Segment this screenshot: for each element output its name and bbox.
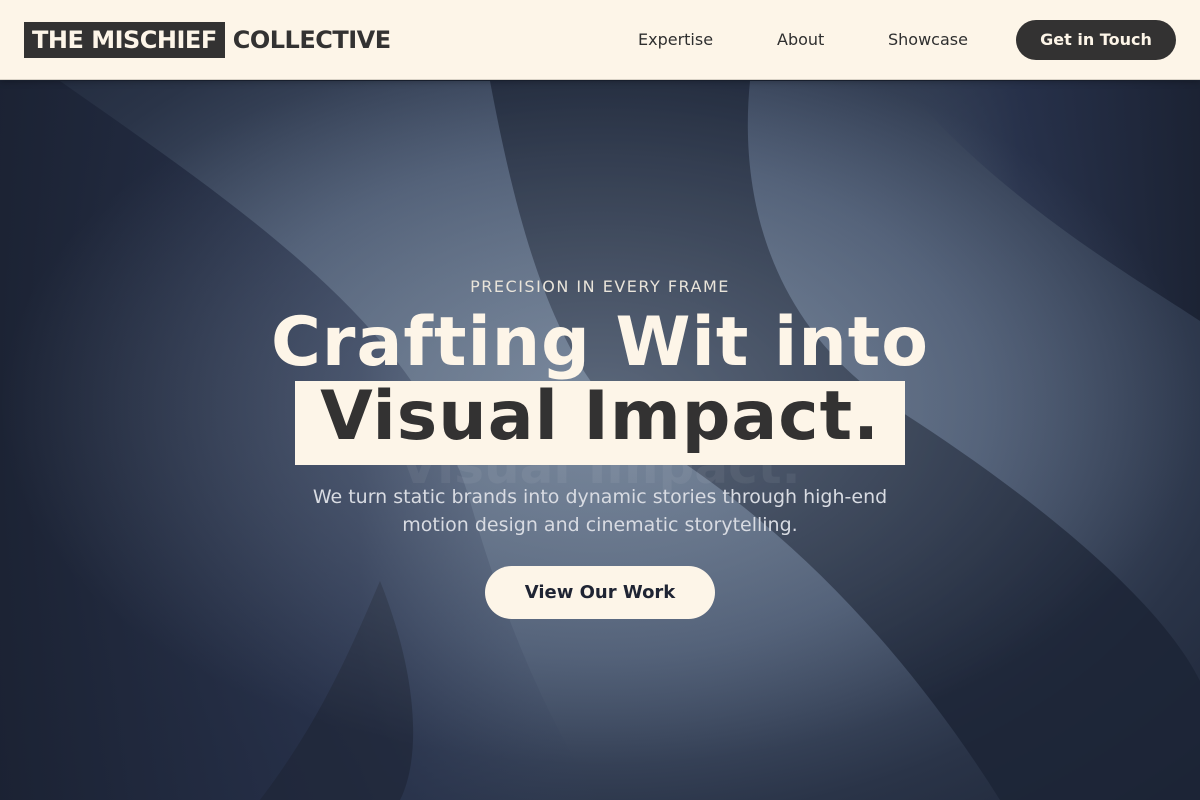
nav-link-showcase[interactable]: Showcase xyxy=(888,0,968,80)
view-our-work-button[interactable]: View Our Work xyxy=(485,566,715,619)
nav-link-about[interactable]: About xyxy=(777,0,824,80)
logo[interactable]: THE MISCHIEF COLLECTIVE xyxy=(24,22,391,58)
hero-subtitle: We turn static brands into dynamic stori… xyxy=(312,486,888,536)
site-header: THE MISCHIEF COLLECTIVE Expertise About … xyxy=(0,0,1200,80)
hero-headline-line1: Crafting Wit into xyxy=(271,303,929,382)
hero-section: PRECISION IN EVERY FRAME Crafting Wit in… xyxy=(0,81,1200,800)
logo-highlight: THE MISCHIEF xyxy=(24,22,225,58)
get-in-touch-button[interactable]: Get in Touch xyxy=(1016,20,1176,60)
nav-link-expertise[interactable]: Expertise xyxy=(638,0,713,80)
logo-text: COLLECTIVE xyxy=(232,26,391,54)
hero-eyebrow: PRECISION IN EVERY FRAME xyxy=(470,277,730,296)
hero-headline-line2: Visual Impact. xyxy=(320,377,880,456)
